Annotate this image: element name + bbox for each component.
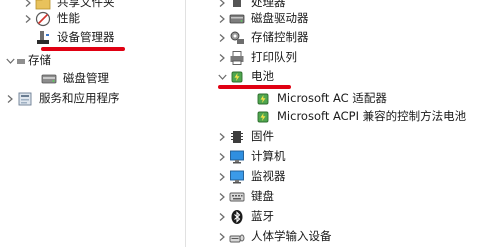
chevron-right-icon[interactable] — [216, 167, 228, 186]
chevron-right-icon[interactable] — [216, 48, 228, 67]
performance-icon — [34, 11, 52, 27]
tree-item-label: 固件 — [251, 129, 274, 143]
tree-item-hid[interactable]: 人体学输入设备 — [216, 227, 332, 246]
chevron-right-icon[interactable] — [216, 28, 228, 47]
left-navigation-tree: 共享文件夹 性能 设备管理器 存储 磁盘管理 服务和应用程序 — [0, 0, 185, 247]
tree-item-label: Microsoft AC 适配器 — [277, 91, 387, 105]
disk-drive-icon — [228, 11, 246, 27]
tree-item-batteries[interactable]: 电池 — [216, 67, 274, 86]
tree-item-label: 服务和应用程序 — [39, 91, 120, 105]
tree-item-label: 性能 — [57, 11, 80, 25]
tree-item-disk-management[interactable]: 磁盘管理 — [40, 69, 109, 88]
tree-item-services-apps[interactable]: 服务和应用程序 — [4, 89, 120, 108]
print-queue-icon — [228, 50, 246, 66]
tree-item-label: 设备管理器 — [57, 30, 115, 44]
tree-item-label: 存储控制器 — [251, 30, 309, 44]
computer-icon — [228, 149, 246, 165]
tree-item-computer[interactable]: 计算机 — [216, 147, 286, 166]
annotation-underline — [218, 85, 291, 89]
tree-item-monitors[interactable]: 监视器 — [216, 167, 286, 186]
storage-icon — [16, 53, 26, 69]
chevron-down-icon[interactable] — [4, 51, 16, 70]
chevron-down-icon[interactable] — [216, 67, 228, 86]
tree-item-disk-drives[interactable]: 磁盘驱动器 — [216, 9, 309, 28]
storage-controller-icon — [228, 30, 246, 46]
bluetooth-icon — [228, 209, 246, 225]
chevron-right-icon[interactable] — [216, 147, 228, 166]
tree-item-storage[interactable]: 存储 — [4, 51, 51, 70]
chevron-right-icon[interactable] — [216, 127, 228, 146]
tree-item-ac-adapter[interactable]: Microsoft AC 适配器 — [254, 89, 387, 108]
chevron-right-icon[interactable] — [216, 187, 228, 206]
tree-item-keyboards[interactable]: 键盘 — [216, 187, 274, 206]
tree-item-label: 打印队列 — [251, 50, 297, 64]
tree-item-label: 蓝牙 — [251, 209, 274, 223]
tree-item-bluetooth[interactable]: 蓝牙 — [216, 207, 274, 226]
annotation-underline — [41, 47, 125, 51]
keyboard-icon — [228, 189, 246, 205]
tree-item-storage-controllers[interactable]: 存储控制器 — [216, 28, 309, 47]
disk-management-icon — [40, 71, 58, 87]
tree-item-label: 存储 — [28, 53, 51, 67]
battery-device-icon — [254, 109, 272, 125]
battery-device-icon — [254, 91, 272, 107]
tree-item-performance[interactable]: 性能 — [22, 9, 80, 28]
tree-item-device-manager[interactable]: 设备管理器 — [34, 28, 115, 47]
chevron-right-icon[interactable] — [216, 227, 228, 246]
hid-icon — [228, 229, 246, 245]
chevron-right-icon[interactable] — [216, 207, 228, 226]
tree-item-label: 计算机 — [251, 149, 286, 163]
tree-item-label: 键盘 — [251, 189, 274, 203]
chevron-right-icon[interactable] — [4, 89, 16, 108]
tree-item-label: 磁盘驱动器 — [251, 11, 309, 25]
firmware-icon — [228, 129, 246, 145]
services-apps-icon — [16, 91, 34, 107]
tree-item-print-queues[interactable]: 打印队列 — [216, 48, 297, 67]
tree-item-label: Microsoft ACPI 兼容的控制方法电池 — [277, 109, 467, 123]
device-manager-icon — [34, 30, 52, 46]
battery-icon — [228, 69, 246, 85]
tree-item-acpi-battery[interactable]: Microsoft ACPI 兼容的控制方法电池 — [254, 107, 466, 126]
tree-item-label: 人体学输入设备 — [251, 229, 332, 243]
tree-item-firmware[interactable]: 固件 — [216, 127, 274, 146]
chevron-right-icon[interactable] — [216, 9, 228, 28]
device-tree: 处理器 磁盘驱动器 存储控制器 打印队列 电池 Microsoft AC 适配器… — [198, 0, 500, 247]
tree-item-label: 电池 — [251, 69, 274, 83]
monitor-icon — [228, 169, 246, 185]
tree-item-label: 磁盘管理 — [63, 71, 109, 85]
pane-splitter[interactable] — [185, 0, 198, 247]
chevron-right-icon[interactable] — [22, 9, 34, 28]
tree-item-label: 监视器 — [251, 169, 286, 183]
